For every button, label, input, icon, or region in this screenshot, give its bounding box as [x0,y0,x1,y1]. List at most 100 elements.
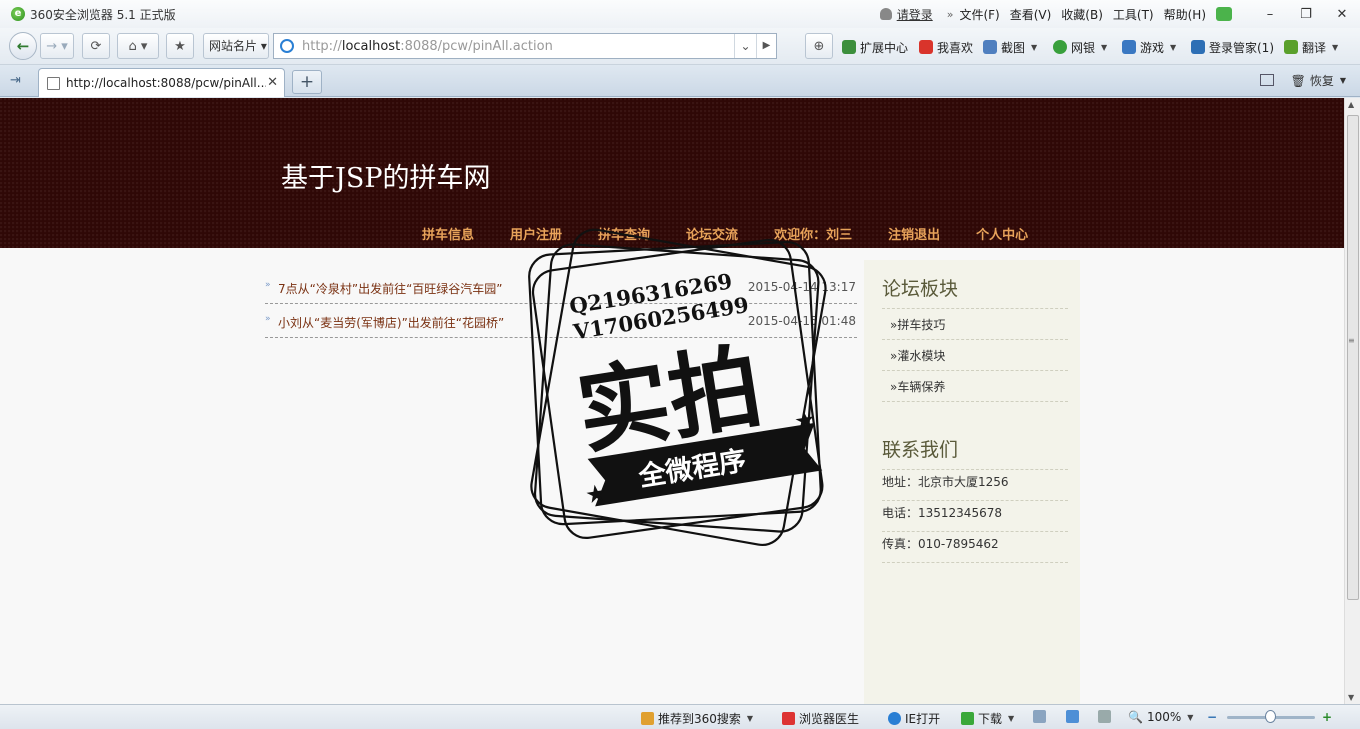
tool-likes-label: 我喜欢 [937,40,974,55]
search-recommend-label: 推荐到360搜索 [658,712,741,726]
download-arrow-icon [961,712,974,725]
post-title[interactable]: 7点从“冷泉村”出发前往“百旺绿谷汽车园” [278,280,503,297]
caret-down-icon: ▼ [1101,42,1108,52]
forum-link-chat[interactable]: »灌水模块 [890,347,945,364]
caret-down-icon: ▼ [1008,714,1015,723]
shield-status-button[interactable] [1066,710,1083,723]
skin-shirt-icon[interactable] [1216,7,1232,21]
favorite-star-button[interactable]: ★ [166,33,194,59]
menu-tools[interactable]: 工具(T) [1113,6,1154,23]
menu-help[interactable]: 帮助(H) [1164,6,1206,23]
sidebar-toggle-icon[interactable]: ⇥ [10,73,21,88]
tool-screenshot-label: 截图 [1001,40,1026,55]
browser-doctor-button[interactable]: 浏览器医生 [782,710,859,727]
translate-icon [1284,40,1298,54]
window-switch-icon[interactable] [1260,74,1274,86]
banking-icon [1053,40,1067,54]
post-title[interactable]: 小刘从“麦当劳(军博店)”出发前往“花园桥” [278,314,504,331]
caret-down-icon: ▼ [1031,42,1038,52]
login-link[interactable]: 请登录 [879,6,933,23]
scroll-down-arrow-icon[interactable]: ▼ [1348,693,1354,702]
zoom-slider-knob[interactable] [1265,710,1276,723]
close-window-button[interactable]: ✕ [1324,0,1360,28]
tool-banking[interactable]: 网银 ▼ [1053,38,1107,56]
vertical-scrollbar[interactable]: ▲ ≡ ▼ [1344,98,1360,704]
games-icon [1122,40,1136,54]
tab-title: http://localhost:8088/pcw/pinAll.... [66,76,266,90]
nav-profile[interactable]: 个人中心 [976,224,1028,243]
contact-address: 地址：北京市大厦1256 [882,475,1009,489]
extensions-icon [842,40,856,54]
tool-translate[interactable]: 翻译 ▼ [1284,38,1338,56]
go-arrow-icon[interactable]: ▶ [756,34,776,58]
forward-button[interactable]: → ▾ [40,33,74,59]
divider [882,562,1068,563]
back-button[interactable]: ← [9,32,37,60]
zoom-dropdown[interactable]: 🔍 100% ▼ [1128,710,1193,724]
list-item[interactable]: » 7点从“冷泉村”出发前往“百旺绿谷汽车园” 2015-04-14 13:17 [265,270,857,304]
download-button[interactable]: 下载 ▼ [961,710,1014,727]
close-tab-icon[interactable]: ✕ [267,75,278,90]
site-title: 基于JSP的拼车网 [281,163,491,194]
tool-games[interactable]: 游戏 ▼ [1122,38,1176,56]
ie-open-label: IE打开 [905,712,941,726]
tab-bar: ⇥ http://localhost:8088/pcw/pinAll.... ✕… [0,65,1360,97]
magnifier-icon: 🔍 [1128,710,1143,724]
tool-login-manager[interactable]: 登录管家(1) [1191,38,1274,56]
forum-link-maintenance[interactable]: »车辆保养 [890,378,945,395]
download-label: 下载 [978,712,1003,726]
ie-page-icon [280,39,294,53]
nav-welcome-user[interactable]: 欢迎你：刘三 [774,224,852,243]
restore-window-button[interactable]: ❐ [1288,0,1324,28]
menu-view[interactable]: 查看(V) [1010,6,1052,23]
browser-logo-icon: e [11,7,25,21]
address-bar[interactable]: http://localhost:8088/pcw/pinAll.action … [273,33,777,59]
refresh-icon: ⟳ [90,38,102,54]
nav-logout[interactable]: 注销退出 [888,224,940,243]
home-button[interactable]: ⌂ ▾ [117,33,159,59]
window-icon [1033,710,1046,723]
tab-active[interactable]: http://localhost:8088/pcw/pinAll.... ✕ [38,68,285,97]
restore-tab-button[interactable]: 🗑 恢复 ▼ [1291,72,1346,89]
refresh-button[interactable]: ⟳ [82,33,110,59]
heart-icon [919,40,933,54]
forum-link-tips[interactable]: »拼车技巧 [890,316,945,333]
caret-down-icon: ▼ [1332,42,1339,52]
search-recommend-button[interactable]: 推荐到360搜索 ▼ [641,710,753,727]
site-card-button[interactable]: 网站名片 ▾ [203,33,269,59]
tool-login-manager-label: 登录管家(1) [1209,40,1274,55]
menu-file[interactable]: 文件(F) [959,6,999,23]
tool-likes[interactable]: 我喜欢 [919,38,973,56]
tool-extensions[interactable]: 扩展中心 [842,38,908,56]
zoom-out-button[interactable]: − [1207,710,1217,724]
tool-screenshot[interactable]: 截图 ▼ [983,38,1037,56]
window-title: 360安全浏览器 5.1 正式版 [30,7,176,22]
scroll-thumb[interactable] [1347,115,1359,600]
new-tab-button[interactable]: + [292,70,322,94]
forum-section-heading: 论坛板块 [882,278,959,300]
double-arrow-bullet-icon: » [265,280,271,290]
scroll-up-arrow-icon[interactable]: ▲ [1348,100,1354,109]
zoom-in-button[interactable]: + [1322,710,1332,724]
nav-register[interactable]: 用户注册 [510,224,562,243]
contact-phone: 电话：13512345678 [882,506,1002,520]
list-item[interactable]: » 小刘从“麦当劳(军博店)”出发前往“花园桥” 2015-04-15 01:4… [265,304,857,338]
speaker-icon [1098,710,1111,723]
nav-carpool-info[interactable]: 拼车信息 [422,224,474,243]
tool-banking-label: 网银 [1071,40,1096,55]
nav-carpool-search[interactable]: 拼车查询 [598,224,650,243]
minimize-button[interactable]: – [1252,0,1288,28]
contact-fax: 传真：010-7895462 [882,537,999,551]
address-dropdown-icon[interactable]: ⌄ [734,34,756,58]
window-mode-button[interactable] [1033,710,1050,723]
ie-open-button[interactable]: IE打开 [888,710,940,727]
volume-button[interactable] [1098,710,1115,723]
nav-forum[interactable]: 论坛交流 [686,224,738,243]
security-shield-button[interactable]: ⊕ [805,33,833,59]
double-chevron-icon[interactable]: » [947,8,954,21]
back-arrow-icon: ← [16,37,30,55]
page-icon [47,76,60,90]
site-nav: 拼车信息 用户注册 拼车查询 论坛交流 欢迎你：刘三 注销退出 个人中心 [404,224,1046,243]
divider [882,531,1068,532]
menu-favorites[interactable]: 收藏(B) [1061,6,1103,23]
